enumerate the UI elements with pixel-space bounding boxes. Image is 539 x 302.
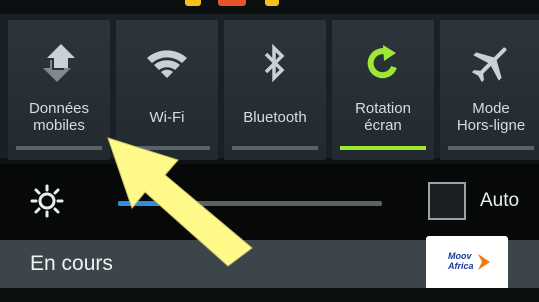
section-title: En cours [30,252,113,275]
bluetooth-icon [224,34,326,92]
airplane-icon [440,34,539,92]
rotation-icon [332,34,434,92]
brightness-slider-fill [118,201,198,206]
tile-status-bar [124,146,210,150]
status-bar [0,0,539,14]
quick-settings-panel: Données mobiles Wi-Fi Bluetooth Rotation… [0,14,539,160]
brightness-slider[interactable] [118,201,382,206]
tile-bluetooth[interactable]: Bluetooth [224,20,326,160]
notification-list-edge [0,288,539,302]
auto-brightness-label: Auto [480,190,520,211]
status-indicator [185,0,201,6]
brightness-icon [30,184,64,218]
tile-status-bar [232,146,318,150]
status-indicator [265,0,279,6]
tile-label: Wi-Fi [149,109,185,126]
tile-label: Données mobiles [28,100,90,134]
wifi-icon [116,34,218,92]
tile-wifi[interactable]: Wi-Fi [116,20,218,160]
tile-status-bar [340,146,426,150]
status-indicator [218,0,246,6]
moov-africa-logo: Moov Africa [426,236,508,290]
logo-swoosh-icon [478,254,490,270]
tile-mobile-data[interactable]: Données mobiles [8,20,110,160]
mobile-data-icon [8,34,110,92]
tile-label: Bluetooth [243,109,307,126]
tile-status-bar [448,146,534,150]
tile-label: Mode Hors-ligne [456,100,526,134]
tile-label: Rotation écran [355,100,411,134]
tile-status-bar [16,146,102,150]
brightness-row: Auto [0,164,539,240]
auto-brightness-checkbox[interactable] [428,182,466,220]
tile-airplane-mode[interactable]: Mode Hors-ligne [440,20,539,160]
tile-rotation[interactable]: Rotation écran [332,20,434,160]
